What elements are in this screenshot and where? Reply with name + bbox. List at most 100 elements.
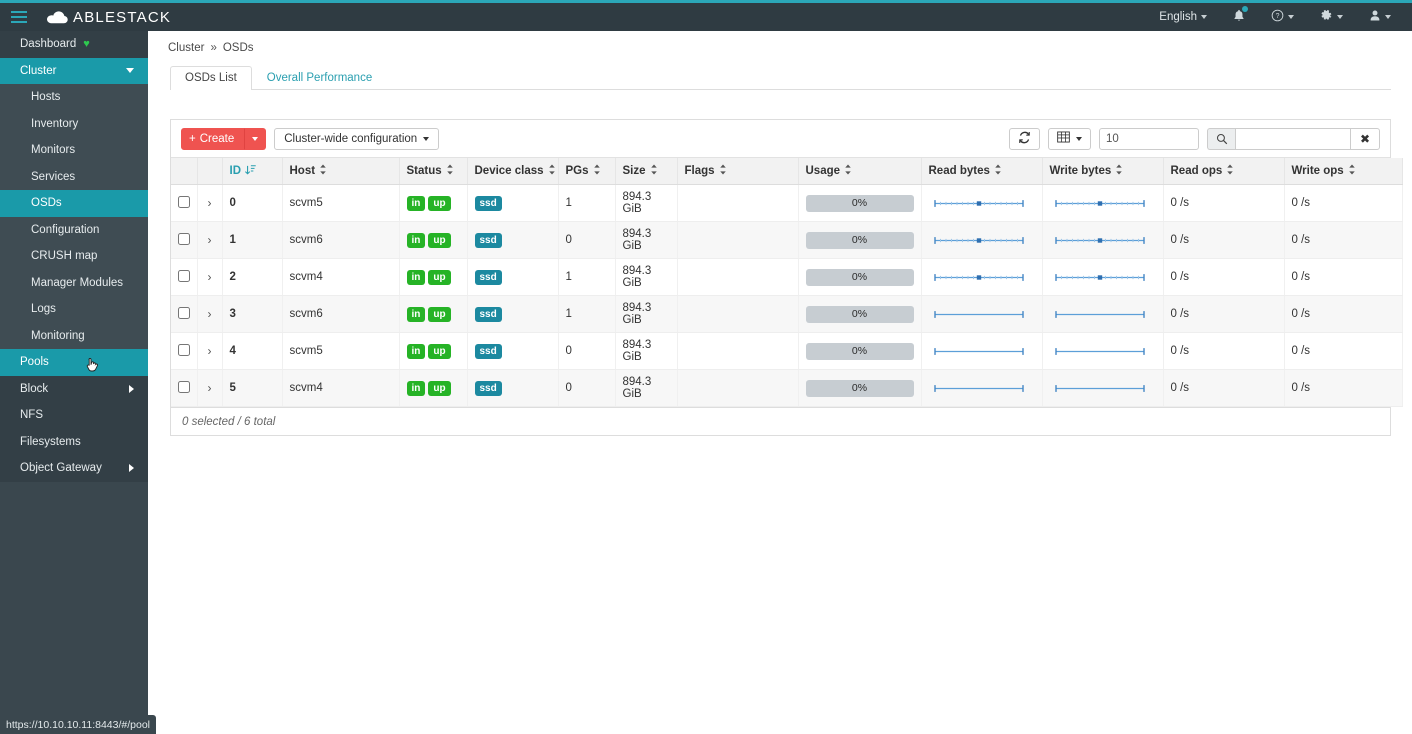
- sidebar-item-monitors[interactable]: Monitors: [0, 137, 148, 164]
- column-header-usage[interactable]: Usage: [798, 158, 922, 185]
- column-header-device_class[interactable]: Device class: [467, 158, 559, 185]
- cell-host: scvm5: [282, 332, 400, 370]
- column-header-flags[interactable]: Flags: [677, 158, 799, 185]
- refresh-button[interactable]: [1009, 127, 1040, 150]
- hamburger-icon[interactable]: [0, 3, 38, 31]
- language-selector[interactable]: English: [1146, 3, 1220, 31]
- cell-flags: [677, 369, 799, 407]
- cell-read-ops: 0 /s: [1163, 369, 1285, 407]
- chevron-down-icon: [1076, 136, 1082, 141]
- brand-logo[interactable]: ABLESTACK: [46, 9, 171, 26]
- sort-icon: [446, 164, 454, 178]
- toolbar-right-group: ✖: [1009, 127, 1380, 150]
- cell-host: scvm4: [282, 258, 400, 296]
- cell-write-ops: 0 /s: [1284, 295, 1403, 333]
- table-row[interactable]: › 0 scvm5 in up ssd 1 894.3 GiB 0% 0 /s 0 /s: [171, 184, 1403, 222]
- row-expand-cell: ›: [197, 332, 223, 370]
- search-clear-button[interactable]: ✖: [1350, 127, 1380, 150]
- usage-progress-bar: 0%: [805, 194, 914, 212]
- cluster-wide-configuration-dropdown[interactable]: Cluster-wide configuration: [274, 127, 440, 150]
- usage-label: 0%: [851, 308, 868, 320]
- cell-host: scvm5: [282, 184, 400, 222]
- chevron-right-icon[interactable]: ›: [208, 233, 212, 247]
- sort-icon: [548, 164, 556, 178]
- bell-icon: [1233, 6, 1248, 25]
- chevron-right-icon[interactable]: ›: [208, 344, 212, 358]
- table-icon: [1057, 131, 1070, 146]
- device-class-badge: ssd: [474, 380, 502, 396]
- page-limit-input[interactable]: [1099, 127, 1199, 150]
- cell-id: 5: [222, 369, 283, 407]
- cell-size: 894.3 GiB: [615, 295, 678, 333]
- create-dropdown-toggle[interactable]: [244, 127, 267, 150]
- row-select-checkbox[interactable]: [178, 232, 190, 245]
- sidebar-item-inventory[interactable]: Inventory: [0, 110, 148, 137]
- cell-pgs: 1: [558, 184, 616, 222]
- breadcrumb-item-osds[interactable]: OSDs: [223, 42, 254, 54]
- tab-overall-performance[interactable]: Overall Performance: [252, 66, 387, 90]
- sidebar-item-label: Monitoring: [31, 329, 85, 342]
- breadcrumb-item-cluster[interactable]: Cluster: [168, 42, 204, 54]
- sidebar-item-hosts[interactable]: Hosts: [0, 84, 148, 111]
- row-select-checkbox[interactable]: [178, 306, 190, 319]
- sidebar-item-nfs[interactable]: NFS: [0, 402, 148, 429]
- sidebar-item-dashboard[interactable]: Dashboard ♥: [0, 31, 148, 58]
- sidebar-item-configuration[interactable]: Configuration: [0, 216, 148, 243]
- cell-host: scvm6: [282, 295, 400, 333]
- close-icon: ✖: [1359, 131, 1371, 146]
- column-header-host[interactable]: Host: [282, 158, 400, 185]
- table-row[interactable]: › 3 scvm6 in up ssd 1 894.3 GiB 0% 0 /s 0 /s: [171, 295, 1403, 333]
- sidebar-item-label: Inventory: [31, 117, 79, 130]
- chevron-right-icon[interactable]: ›: [208, 381, 212, 395]
- search-input[interactable]: [1235, 127, 1350, 150]
- table-row[interactable]: › 5 scvm4 in up ssd 0 894.3 GiB 0% 0 /s 0 /s: [171, 369, 1403, 407]
- chevron-right-icon[interactable]: ›: [208, 270, 212, 284]
- sidebar-item-manager-modules[interactable]: Manager Modules: [0, 269, 148, 296]
- chevron-right-icon[interactable]: ›: [208, 307, 212, 321]
- cell-read-ops: 0 /s: [1163, 295, 1285, 333]
- table-row[interactable]: › 2 scvm4 in up ssd 1 894.3 GiB 0% 0 /s 0 /s: [171, 258, 1403, 296]
- sidebar-item-filesystems[interactable]: Filesystems: [0, 428, 148, 455]
- cell-status: in up: [399, 332, 468, 370]
- create-button[interactable]: + Create: [181, 127, 245, 150]
- notifications-button[interactable]: [1220, 3, 1258, 31]
- chevron-right-icon[interactable]: ›: [208, 196, 212, 210]
- sidebar-item-logs[interactable]: Logs: [0, 296, 148, 323]
- table-toolbar: + Create Cluster-wide configuration 10 ✖: [171, 120, 1390, 158]
- column-header-size[interactable]: Size: [615, 158, 678, 185]
- user-menu[interactable]: [1356, 3, 1404, 31]
- sidebar-item-services[interactable]: Services: [0, 163, 148, 190]
- tab-osds-list[interactable]: OSDs List: [170, 66, 252, 90]
- sidebar-item-osds[interactable]: OSDs: [0, 190, 148, 217]
- column-header-read_bytes[interactable]: Read bytes: [921, 158, 1043, 185]
- chevron-down-icon: [423, 136, 430, 141]
- settings-menu[interactable]: [1307, 3, 1356, 31]
- table-row[interactable]: › 4 scvm5 in up ssd 0 894.3 GiB 0% 0 /s 0 /s: [171, 332, 1403, 370]
- status-bar-url: https://10.10.10.11:8443/#/pool: [0, 715, 157, 734]
- column-header-id[interactable]: ID: [222, 158, 283, 185]
- sidebar-item-pools[interactable]: Pools: [0, 349, 148, 376]
- breadcrumb: Cluster » OSDs: [148, 31, 1412, 54]
- cell-read-bytes-sparkline: [921, 332, 1043, 370]
- column-header-read_ops[interactable]: Read ops: [1163, 158, 1285, 185]
- sidebar-item-cluster[interactable]: Cluster: [0, 57, 148, 84]
- sidebar-item-block[interactable]: Block: [0, 375, 148, 402]
- row-select-checkbox[interactable]: [178, 195, 190, 208]
- row-select-checkbox[interactable]: [178, 269, 190, 282]
- sidebar-item-label: Cluster: [20, 64, 57, 77]
- cell-size: 894.3 GiB: [615, 221, 678, 259]
- sidebar-item-monitoring[interactable]: Monitoring: [0, 322, 148, 349]
- row-select-checkbox[interactable]: [178, 343, 190, 356]
- column-header-write_bytes[interactable]: Write bytes: [1042, 158, 1164, 185]
- cell-flags: [677, 258, 799, 296]
- sidebar-item-object-gateway[interactable]: Object Gateway: [0, 455, 148, 482]
- help-menu[interactable]: ?: [1258, 3, 1307, 31]
- cell-flags: [677, 295, 799, 333]
- sidebar-item-crush-map[interactable]: CRUSH map: [0, 243, 148, 270]
- columns-dropdown[interactable]: [1048, 127, 1091, 150]
- column-header-write_ops[interactable]: Write ops: [1284, 158, 1403, 185]
- table-row[interactable]: › 1 scvm6 in up ssd 0 894.3 GiB 0% 0 /s 0 /s: [171, 221, 1403, 259]
- column-header-pgs[interactable]: PGs: [558, 158, 616, 185]
- column-header-status[interactable]: Status: [399, 158, 468, 185]
- row-select-checkbox[interactable]: [178, 380, 190, 393]
